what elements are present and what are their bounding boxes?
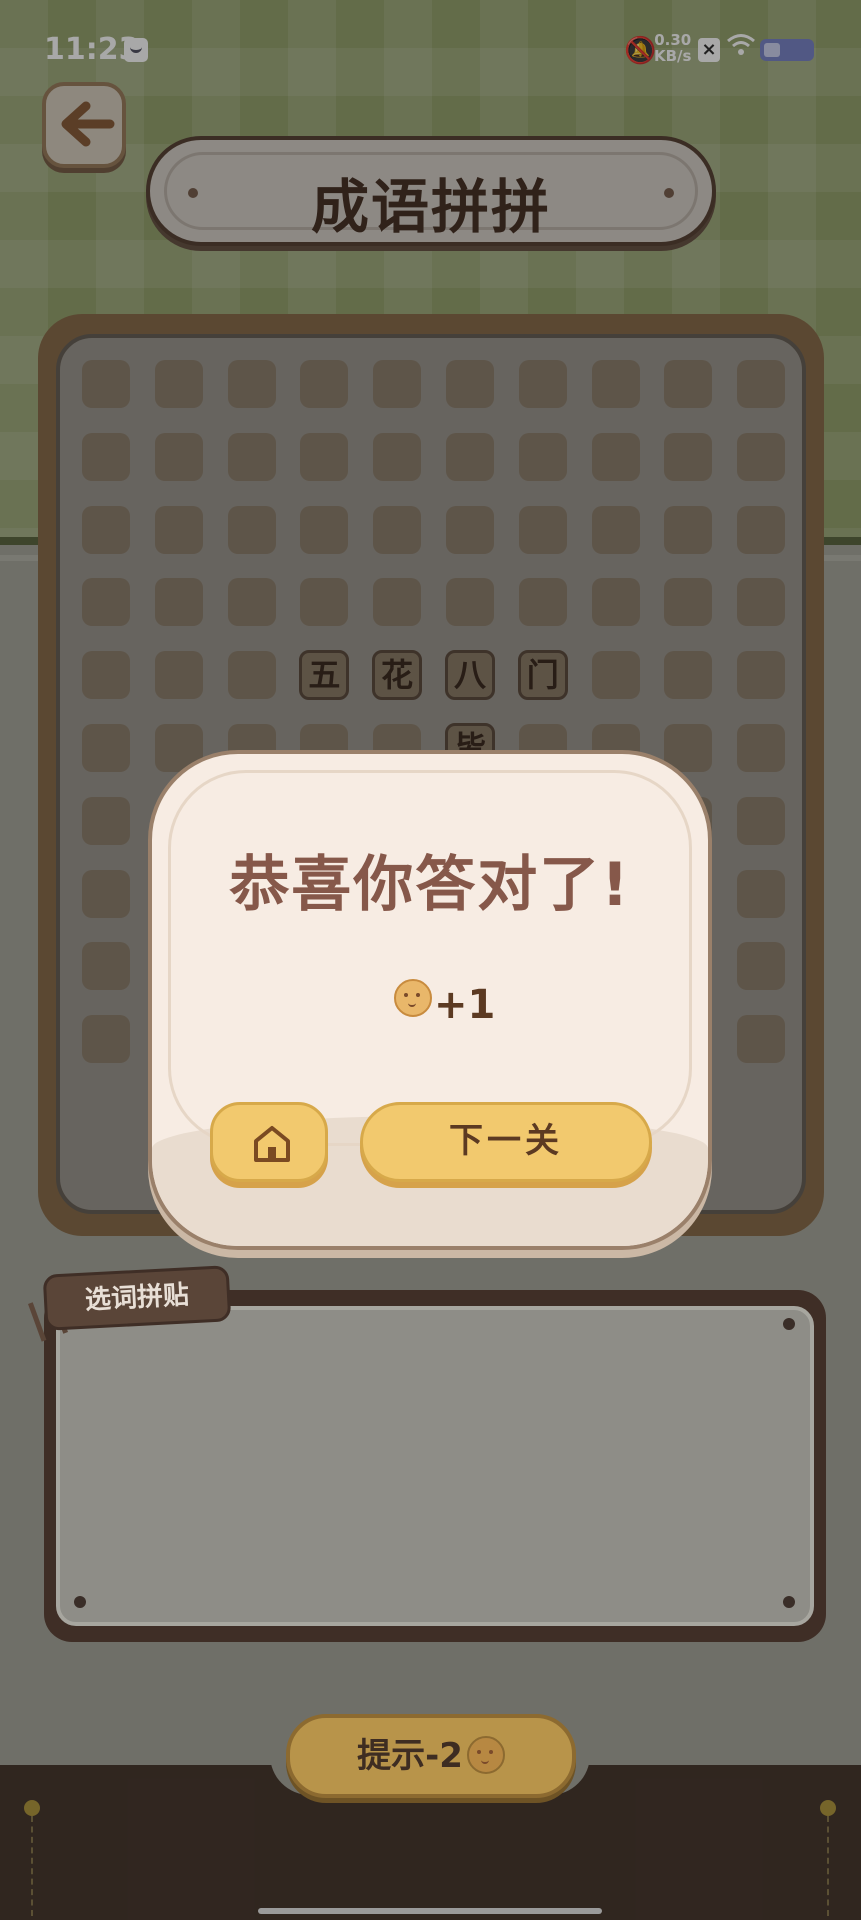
dialog-heading: 恭喜你答对了! bbox=[229, 850, 631, 920]
word-paste-area[interactable] bbox=[56, 1306, 814, 1626]
word-area-tag: 选词拼贴 bbox=[42, 1265, 232, 1331]
cookie-icon bbox=[466, 1735, 505, 1774]
screw bbox=[783, 1596, 795, 1608]
success-dialog: 恭喜你答对了! +1 下一关 bbox=[148, 750, 712, 1250]
home-indicator[interactable] bbox=[258, 1908, 602, 1914]
home-icon bbox=[251, 1123, 290, 1163]
home-button[interactable] bbox=[210, 1102, 328, 1182]
next-level-button[interactable]: 下一关 bbox=[360, 1102, 652, 1182]
cookie-icon bbox=[394, 979, 432, 1017]
reward-amount: +1 bbox=[434, 982, 496, 1028]
hint-label: 提示-2 bbox=[357, 1736, 463, 1776]
screw bbox=[74, 1596, 86, 1608]
reward: +1 bbox=[394, 968, 495, 1028]
dialog-inner-border bbox=[168, 770, 692, 1146]
screw bbox=[783, 1318, 795, 1330]
hint-button[interactable]: 提示-2 bbox=[286, 1714, 576, 1798]
